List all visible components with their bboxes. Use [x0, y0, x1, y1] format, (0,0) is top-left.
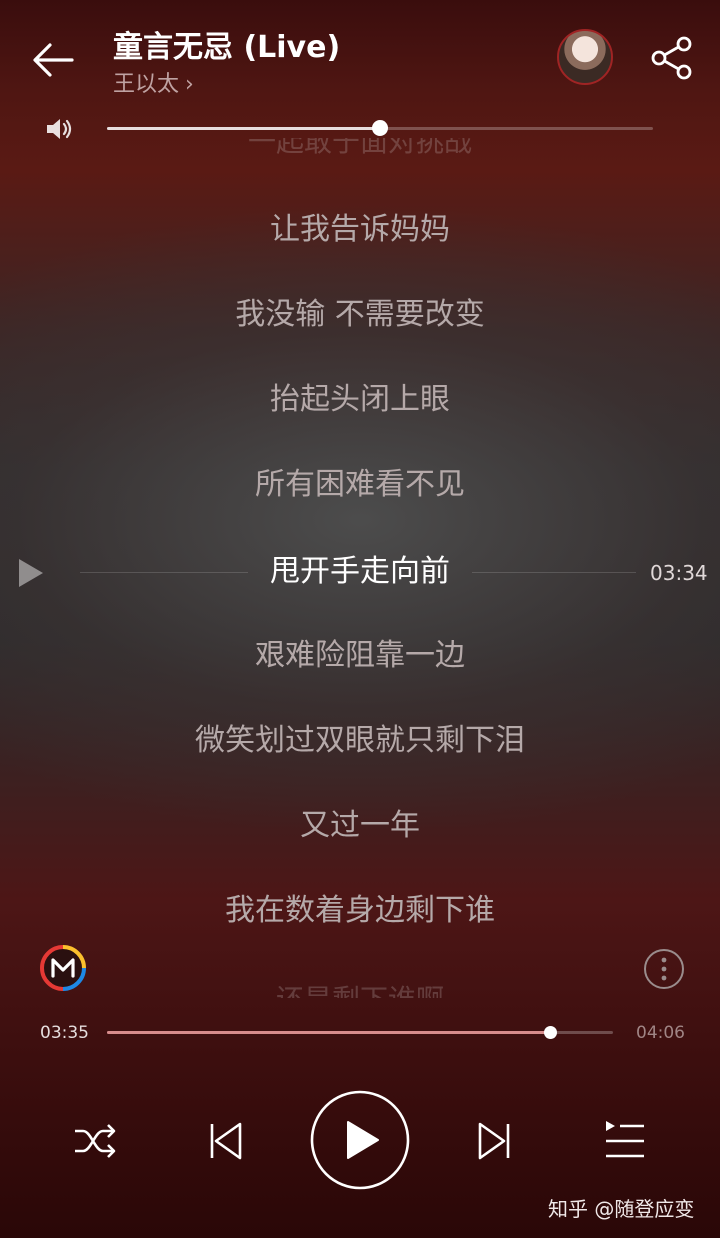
shuffle-button[interactable] [67, 1113, 123, 1169]
lyric-line: 微笑划过双眼就只剩下泪 [195, 723, 525, 758]
previous-track-icon [210, 1122, 242, 1160]
seek-play-button[interactable] [16, 557, 46, 589]
chevron-right-icon: › [185, 72, 194, 97]
more-vertical-icon [644, 949, 684, 989]
playlist-button[interactable] [596, 1113, 652, 1169]
lyric-line-faded-top: 一起敢于面对挑战 [247, 138, 472, 158]
total-time: 04:06 [636, 1023, 685, 1043]
artist-name: 王以太 [113, 72, 180, 97]
play-triangle-icon [19, 559, 43, 587]
lyric-line: 艰难险阻靠一边 [255, 638, 465, 673]
volume-slider-thumb[interactable] [372, 120, 388, 136]
artist-avatar[interactable] [557, 29, 613, 85]
lyric-line: 抬起头闭上眼 [270, 382, 450, 417]
song-title: 童言无忌 (Live) [113, 30, 341, 65]
lyric-line: 所有困难看不见 [255, 467, 465, 502]
lyric-line: 我在数着身边剩下谁 [225, 893, 495, 928]
play-icon [310, 1090, 410, 1190]
artist-link[interactable]: 王以太 › [113, 66, 194, 98]
back-arrow-icon [33, 43, 74, 77]
share-button[interactable] [648, 34, 696, 82]
watermark: 知乎 @随登应变 [548, 1197, 695, 1221]
lyric-line-current: 甩开手走向前 [270, 554, 450, 589]
m-logo-icon [40, 945, 86, 991]
next-button[interactable] [466, 1113, 522, 1169]
lyric-line-faded-bottom: 还是剩下谁啊 [0, 978, 720, 998]
lyric-line: 我没输 不需要改变 [235, 297, 485, 332]
share-icon [651, 36, 692, 80]
shuffle-icon [75, 1124, 116, 1158]
next-track-icon [478, 1122, 510, 1160]
play-button[interactable] [310, 1090, 410, 1190]
elapsed-time: 03:35 [40, 1023, 89, 1043]
lyric-line: 让我告诉妈妈 [270, 212, 450, 247]
more-options-button[interactable] [643, 948, 685, 990]
playlist-icon [606, 1121, 644, 1158]
previous-button[interactable] [198, 1113, 254, 1169]
progress-thumb[interactable] [544, 1026, 557, 1039]
progress-fill [107, 1031, 550, 1034]
back-button[interactable] [26, 34, 78, 86]
app-logo[interactable] [38, 943, 88, 993]
seek-time: 03:34 [650, 561, 708, 585]
lyric-line: 又过一年 [300, 808, 420, 843]
volume-slider-fill [107, 127, 380, 130]
